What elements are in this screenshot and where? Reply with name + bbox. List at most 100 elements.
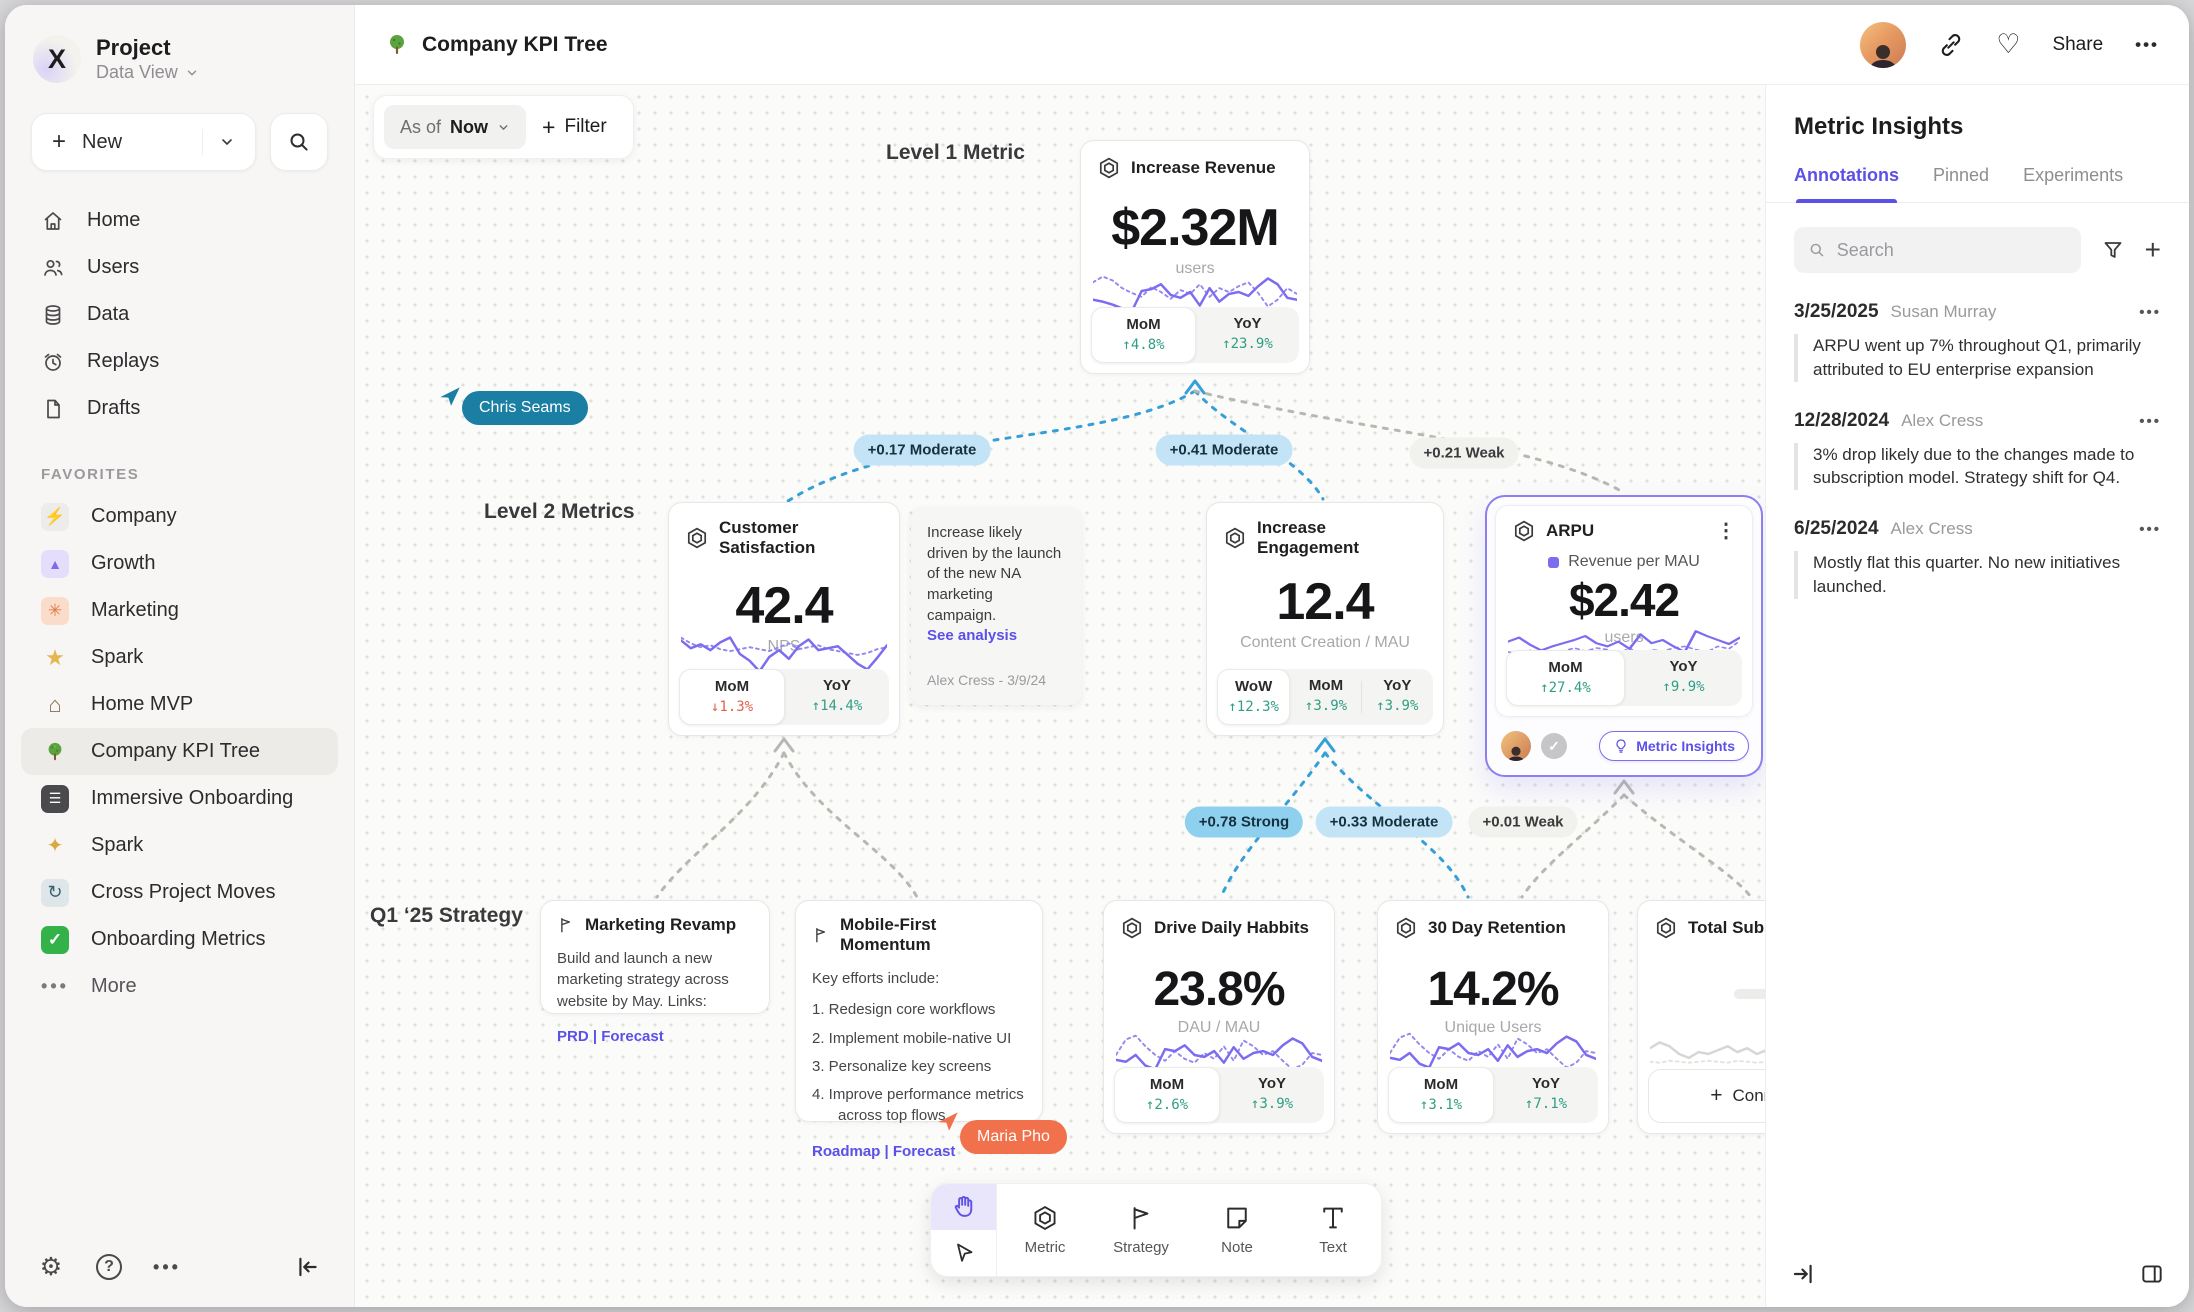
metric-tool-button[interactable]: Metric: [997, 1184, 1093, 1276]
delta-chip-mom[interactable]: MoM ↑3.9%: [1290, 669, 1361, 725]
copy-link-icon[interactable]: [1938, 32, 1964, 58]
more-ellipsis-icon[interactable]: •••: [153, 1253, 181, 1281]
delta-chip-yoy[interactable]: YoY ↑3.9%: [1362, 669, 1433, 725]
strategy-tool-button[interactable]: Strategy: [1093, 1184, 1189, 1276]
delta-chip-mom[interactable]: MoM ↑2.6%: [1114, 1067, 1220, 1123]
card-title: Drive Daily Habbits: [1154, 918, 1309, 938]
expand-panel-icon[interactable]: [1790, 1261, 1816, 1287]
favorite-heart-icon[interactable]: ♡: [1996, 29, 2020, 60]
annotation-item[interactable]: 6/25/2024 Alex Cress ••• Mostly flat thi…: [1766, 504, 2189, 613]
sidebar-more-button[interactable]: ••• More: [21, 963, 338, 1010]
favorite-item-marketing[interactable]: ✳ Marketing: [21, 587, 338, 634]
sidebar-item-drafts[interactable]: Drafts: [21, 385, 338, 432]
chevron-down-icon[interactable]: [219, 134, 235, 150]
favorite-item-spark[interactable]: ★ Spark: [21, 634, 338, 681]
project-view-switcher[interactable]: Data View: [96, 62, 199, 83]
app-window: X Project Data View + New: [5, 5, 2189, 1307]
metric-card-drive-daily-habbits[interactable]: Drive Daily Habbits 23.8% DAU / MAU MoM …: [1103, 900, 1335, 1134]
annotation-item[interactable]: 3/25/2025 Susan Murray ••• ARPU went up …: [1766, 287, 2189, 396]
connect-data-button[interactable]: + Connect: [1648, 1069, 1765, 1123]
correlation-pill[interactable]: +0.78 Strong: [1185, 807, 1303, 838]
search-icon: [287, 130, 311, 154]
text-tool-button[interactable]: Text: [1285, 1184, 1381, 1276]
canvas-annotation-note[interactable]: Increase likely driven by the launch of …: [911, 508, 1081, 705]
annotation-item[interactable]: 12/28/2024 Alex Cress ••• 3% drop likely…: [1766, 396, 2189, 505]
annotator-avatar[interactable]: [1501, 731, 1531, 761]
card-title: 30 Day Retention: [1428, 918, 1566, 938]
tab-experiments[interactable]: Experiments: [2023, 161, 2123, 202]
search-button[interactable]: [270, 113, 328, 171]
favorite-item-immersive-onboarding[interactable]: ☰ Immersive Onboarding: [21, 775, 338, 822]
favorite-item-company[interactable]: ⚡ Company: [21, 493, 338, 540]
correlation-pill[interactable]: +0.01 Weak: [1468, 807, 1577, 838]
panel-layout-icon[interactable]: [2139, 1261, 2165, 1287]
sidebar-item-data[interactable]: Data: [21, 291, 338, 338]
delta-chip-mom[interactable]: MoM ↓1.3%: [679, 669, 785, 725]
strategy-card-mobile-first-momentum[interactable]: Mobile-First Momentum Key efforts includ…: [795, 900, 1043, 1122]
favorite-item-home-mvp[interactable]: ⌂ Home MVP: [21, 681, 338, 728]
strategy-list-item: 3. Personalize key screens: [812, 1056, 1026, 1077]
delta-chip-yoy[interactable]: YoY ↑14.4%: [785, 669, 889, 725]
metric-card-increase-revenue[interactable]: Increase Revenue $2.32M users MoM ↑4.8% …: [1080, 140, 1310, 374]
correlation-pill[interactable]: +0.41 Moderate: [1156, 435, 1293, 466]
delta-chip-yoy[interactable]: YoY ↑23.9%: [1196, 307, 1299, 363]
strategy-card-marketing-revamp[interactable]: Marketing Revamp Build and launch a new …: [540, 900, 770, 1014]
more-options-icon[interactable]: •••: [2135, 35, 2159, 55]
filter-funnel-icon[interactable]: [2101, 238, 2125, 262]
metric-card-customer-satisfaction[interactable]: Customer Satisfaction 42.4 NPS MoM ↓1.3%…: [668, 502, 900, 736]
delta-chip-mom[interactable]: MoM ↑4.8%: [1091, 307, 1196, 363]
correlation-pill[interactable]: +0.17 Moderate: [854, 435, 991, 466]
annotation-search-input[interactable]: [1794, 227, 2081, 273]
user-avatar[interactable]: [1860, 22, 1906, 68]
annotation-menu-icon[interactable]: •••: [2139, 413, 2161, 430]
favorite-item-cross-project-moves[interactable]: ↻ Cross Project Moves: [21, 869, 338, 916]
tab-pinned[interactable]: Pinned: [1933, 161, 1989, 202]
chevron-down-icon: [185, 66, 199, 80]
delta-chip-mom[interactable]: MoM ↑3.1%: [1388, 1067, 1494, 1123]
correlation-pill[interactable]: +0.33 Moderate: [1316, 807, 1453, 838]
as-of-selector[interactable]: As of Now: [384, 105, 526, 149]
delta-chip-wow[interactable]: WoW ↑12.3%: [1217, 669, 1290, 725]
favorite-item-onboarding-metrics[interactable]: ✓ Onboarding Metrics: [21, 916, 338, 963]
delta-chip-yoy[interactable]: YoY ↑7.1%: [1494, 1067, 1598, 1123]
kpi-tree-canvas[interactable]: As of Now + Filter Level 1 Metric Level …: [355, 85, 1765, 1307]
sidebar-item-replays[interactable]: Replays: [21, 338, 338, 385]
prd-forecast-links[interactable]: PRD | Forecast: [557, 1028, 753, 1045]
plus-icon: +: [542, 114, 555, 141]
metric-card-total-subscriptions[interactable]: Total Subscript + Connect: [1637, 900, 1765, 1134]
favorite-item-growth[interactable]: ▲ Growth: [21, 540, 338, 587]
delta-chip-mom[interactable]: MoM ↑27.4%: [1506, 650, 1625, 706]
help-icon[interactable]: ?: [95, 1253, 123, 1281]
favorite-item-company-kpi-tree[interactable]: Company KPI Tree: [21, 728, 338, 775]
new-button[interactable]: + New: [31, 113, 256, 171]
tab-annotations[interactable]: Annotations: [1794, 161, 1899, 202]
sidebar-item-home[interactable]: Home: [21, 197, 338, 244]
collapse-sidebar-icon[interactable]: [294, 1253, 322, 1281]
correlation-pill[interactable]: +0.21 Weak: [1409, 438, 1518, 469]
annotation-menu-icon[interactable]: •••: [2139, 521, 2161, 538]
see-analysis-link[interactable]: See analysis: [927, 627, 1017, 644]
metric-card-30-day-retention[interactable]: 30 Day Retention 14.2% Unique Users MoM …: [1377, 900, 1609, 1134]
card-menu-kebab-icon[interactable]: ⋮: [1716, 521, 1736, 541]
workspace-logo[interactable]: X: [33, 35, 81, 83]
share-button[interactable]: Share: [2052, 34, 2103, 56]
cursor-arrow-icon: [952, 1241, 976, 1265]
delta-chip-yoy[interactable]: YoY ↑3.9%: [1220, 1067, 1324, 1123]
add-annotation-icon[interactable]: +: [2145, 234, 2161, 266]
plus-icon: +: [52, 128, 66, 156]
favorite-item-spark-2[interactable]: ✦ Spark: [21, 822, 338, 869]
delta-chip-yoy[interactable]: YoY ↑9.9%: [1625, 650, 1742, 706]
note-tool-button[interactable]: Note: [1189, 1184, 1285, 1276]
level-2-label: Level 2 Metrics: [484, 500, 635, 524]
draft-file-icon: [41, 397, 65, 421]
select-tool-button[interactable]: [931, 1230, 996, 1276]
metric-card-increase-engagement[interactable]: Increase Engagement 12.4 Content Creatio…: [1206, 502, 1444, 736]
database-icon: [41, 303, 65, 327]
add-filter-button[interactable]: + Filter: [536, 114, 613, 141]
metric-card-arpu-selected[interactable]: ARPU ⋮ Revenue per MAU $2.42 users Mo: [1485, 495, 1763, 777]
hand-tool-button[interactable]: [931, 1184, 996, 1230]
settings-gear-icon[interactable]: ⚙: [37, 1253, 65, 1281]
sidebar-item-users[interactable]: Users: [21, 244, 338, 291]
metric-insights-button[interactable]: Metric Insights: [1599, 731, 1749, 761]
annotation-menu-icon[interactable]: •••: [2139, 304, 2161, 321]
